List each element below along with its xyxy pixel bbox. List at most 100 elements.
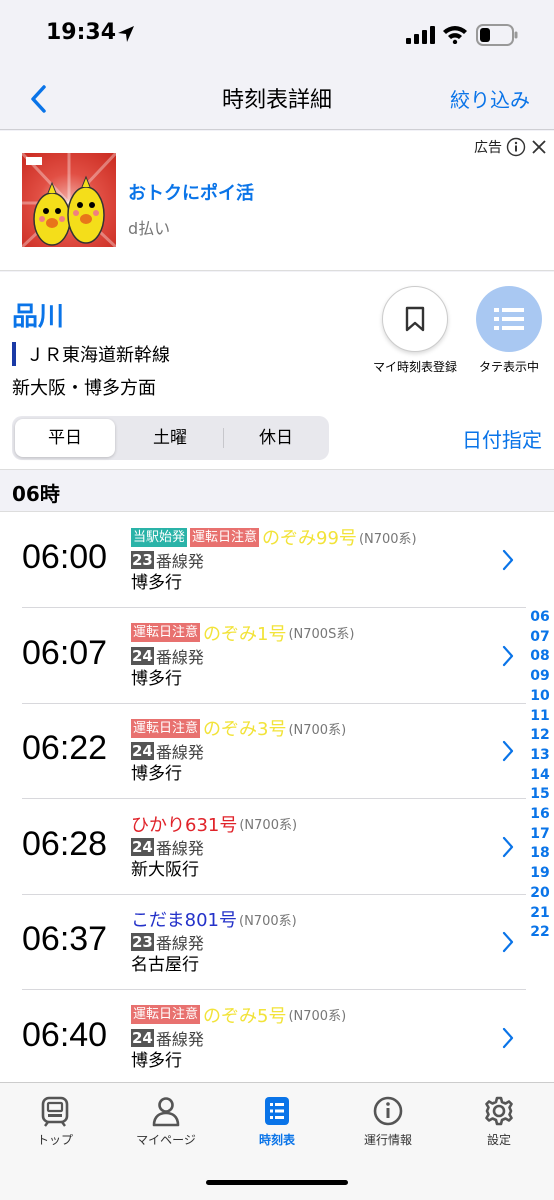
hour-index-item[interactable]: 22 (526, 923, 554, 943)
navigation-bar: 時刻表詳細 絞り込み (0, 68, 554, 130)
platform-number: 24 (131, 1028, 154, 1047)
hour-index-item[interactable]: 11 (526, 707, 554, 727)
tab-settings[interactable]: 設定 (449, 1095, 549, 1148)
hour-index-item[interactable]: 10 (526, 687, 554, 707)
departure-row[interactable]: 06:37 こだま801号 (N700系) 23 番線発 名古屋行 (0, 894, 554, 990)
destination: 博多行 (131, 1050, 182, 1071)
ad-label-row[interactable]: 広告 (474, 137, 548, 157)
train-badge: 運転日注意 (131, 1005, 201, 1024)
train-name: のぞみ5号 (203, 1005, 287, 1027)
departure-list: 06:00 当駅始発 運転日注意 のぞみ99号 (N700系) 23 番線発 博多… (0, 512, 554, 1082)
train-car-type: (N700系) (239, 913, 297, 929)
hour-index-item[interactable]: 13 (526, 746, 554, 766)
tab-label-settings: 設定 (486, 1133, 511, 1147)
hour-index-item[interactable]: 15 (526, 785, 554, 805)
chevron-right-icon (502, 549, 514, 571)
home-indicator (206, 1180, 348, 1185)
destination: 博多行 (131, 668, 182, 689)
train-badge: 運転日注意 (190, 527, 260, 547)
ad-close-icon[interactable] (530, 138, 548, 156)
train-info: 運転日注意 のぞみ3号 (N700系) (131, 715, 346, 741)
destination: 博多行 (131, 764, 182, 784)
tab-mypage[interactable]: マイページ (116, 1095, 216, 1148)
train-info: 当駅始発 運転日注意 のぞみ99号 (N700系) (131, 524, 417, 550)
departure-time: 06:28 (22, 824, 108, 863)
vertical-view-button[interactable] (476, 286, 542, 352)
departure-row[interactable]: 06:00 当駅始発 運転日注意 のぞみ99号 (N700系) 23 番線発 博多… (0, 512, 554, 608)
ad-title[interactable]: おトクにポイ活 (128, 179, 254, 205)
ad-banner[interactable]: 広告 おトクにポイ活 d払い (0, 131, 554, 271)
departure-row[interactable]: 06:07 運転日注意 のぞみ1号 (N700S系) 24 番線発 博多行 (0, 608, 554, 704)
departure-row[interactable]: 06:28 ひかり631号 (N700系) 24 番線発 新大阪行 (0, 799, 554, 895)
day-tab-holiday[interactable]: 休日 (226, 419, 326, 457)
station-name: 品川 (12, 302, 65, 332)
gear-icon (485, 1096, 513, 1126)
hour-index-item[interactable]: 19 (526, 864, 554, 884)
tab-top[interactable]: トップ (5, 1095, 105, 1148)
platform-number: 23 (131, 933, 154, 951)
chevron-right-icon (502, 1027, 514, 1048)
date-select-button[interactable]: 日付指定 (462, 424, 542, 453)
info-icon (373, 1096, 403, 1126)
chevron-right-icon (502, 740, 514, 762)
ad-image[interactable] (22, 153, 116, 247)
hour-index-item[interactable]: 20 (526, 884, 554, 904)
platform-number: 24 (131, 742, 154, 760)
departure-time: 06:22 (22, 729, 108, 767)
train-info: 運転日注意 のぞみ5号 (N700系) (131, 1002, 346, 1028)
departure-row[interactable]: 06:40 運転日注意 のぞみ5号 (N700系) 24 番線発 博多行 (0, 990, 554, 1083)
cellular-signal-icon (406, 26, 435, 44)
train-name: のぞみ3号 (203, 719, 287, 740)
tab-service-info[interactable]: 運行情報 (338, 1095, 438, 1148)
hour-index-item[interactable]: 09 (526, 667, 554, 687)
segment-divider (223, 428, 224, 448)
train-car-type: (N700系) (288, 722, 347, 738)
hour-index-item[interactable]: 18 (526, 844, 554, 864)
train-badge: 運転日注意 (131, 718, 201, 738)
my-timetable-button[interactable] (382, 286, 448, 352)
train-name: のぞみ1号 (203, 623, 287, 645)
hour-index-item[interactable]: 08 (526, 647, 554, 667)
day-type-segmented-control: 平日 土曜 休日 (12, 416, 329, 460)
train-name: こだま801号 (131, 910, 237, 931)
tab-label-service-info: 運行情報 (363, 1133, 412, 1147)
location-arrow-icon (118, 26, 134, 42)
hour-index-item[interactable]: 17 (526, 825, 554, 845)
hour-index-item[interactable]: 07 (526, 628, 554, 648)
tab-timetable[interactable]: 時刻表 (227, 1095, 327, 1148)
hour-index-item[interactable]: 14 (526, 766, 554, 786)
departure-time: 06:07 (22, 633, 108, 672)
departure-row[interactable]: 06:22 運転日注意 のぞみ3号 (N700系) 24 番線発 博多行 (0, 703, 554, 799)
hour-label: 06時 (12, 482, 60, 506)
platform-number: 24 (131, 646, 154, 665)
train-icon (41, 1096, 69, 1127)
wifi-icon (443, 26, 467, 44)
train-car-type: (N700S系) (288, 627, 355, 642)
status-bar: 19:34 (0, 0, 554, 68)
ad-info-icon[interactable] (506, 137, 526, 157)
ad-label: 広告 (474, 140, 502, 156)
list-icon (494, 308, 524, 330)
direction-label: 新大阪・博多方面 (12, 378, 156, 399)
hour-index-item[interactable]: 12 (526, 726, 554, 746)
platform-number: 23 (131, 551, 154, 569)
station-header: 品川 ＪＲ東海道新幹線 新大阪・博多方面 マイ時刻表登録 タテ表示中 平日 土曜… (0, 272, 554, 470)
hour-index-item[interactable]: 16 (526, 805, 554, 825)
train-name: ひかり631号 (131, 814, 238, 836)
line-name: ＪＲ東海道新幹線 (26, 345, 170, 366)
hour-index-item[interactable]: 06 (526, 608, 554, 628)
person-icon (152, 1097, 180, 1127)
train-info: こだま801号 (N700系) (131, 906, 297, 932)
destination: 新大阪行 (131, 859, 199, 880)
hour-index-item[interactable]: 21 (526, 904, 554, 924)
ad-sponsor: d払い (128, 219, 171, 238)
line-info: ＪＲ東海道新幹線 (12, 342, 170, 366)
tab-label-timetable: 時刻表 (258, 1133, 295, 1147)
train-badge: 運転日注意 (131, 623, 201, 642)
filter-button[interactable]: 絞り込み (450, 84, 530, 113)
status-time: 19:34 (46, 20, 117, 45)
day-tab-weekday[interactable]: 平日 (15, 419, 115, 457)
chevron-right-icon (502, 645, 514, 666)
day-tab-saturday[interactable]: 土曜 (120, 419, 220, 457)
timetable-icon (265, 1097, 289, 1125)
